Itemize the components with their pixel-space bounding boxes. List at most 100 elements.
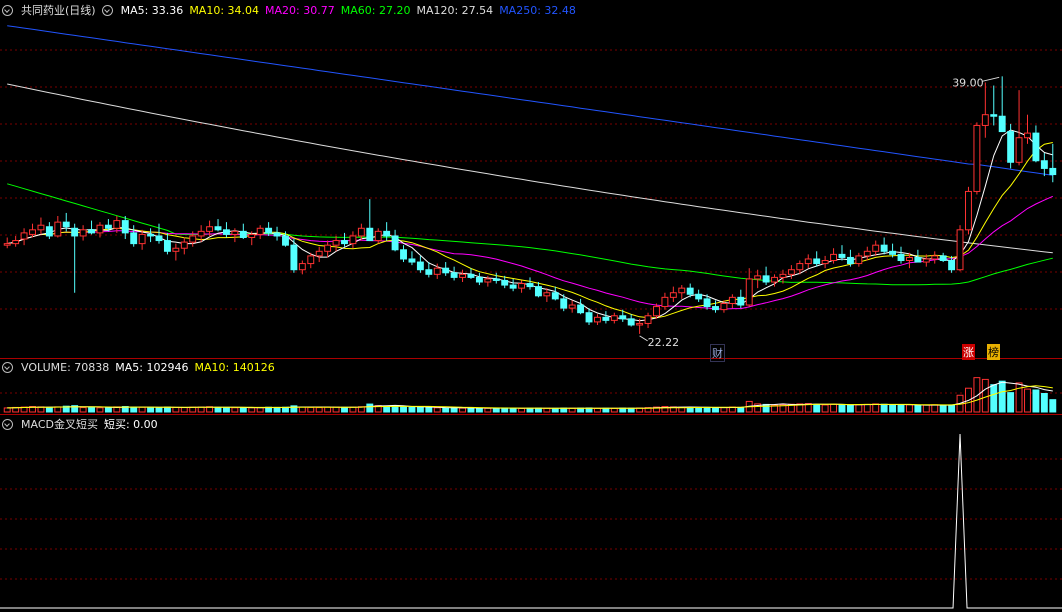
volume-bar[interactable] (518, 407, 526, 413)
macd-menu-arrow-icon[interactable] (2, 418, 13, 430)
candlestick[interactable] (349, 231, 357, 249)
candlestick[interactable] (863, 246, 871, 261)
candlestick[interactable] (661, 292, 669, 310)
candlestick[interactable] (518, 280, 526, 293)
cai-flag[interactable]: 财 (710, 344, 725, 362)
candlestick[interactable] (813, 251, 821, 267)
volume-bar[interactable] (1049, 399, 1057, 413)
volume-bar[interactable] (1015, 382, 1023, 413)
candlestick[interactable] (450, 266, 458, 281)
candlestick[interactable] (416, 255, 424, 273)
candlestick[interactable] (172, 243, 180, 261)
candlestick[interactable] (872, 240, 880, 256)
candlestick[interactable] (568, 300, 576, 313)
volume-bar[interactable] (855, 404, 863, 413)
ma-toggle-arrow-icon[interactable] (101, 4, 113, 16)
candlestick[interactable] (712, 300, 719, 313)
candlestick[interactable] (79, 225, 87, 241)
candlestick[interactable] (534, 282, 542, 298)
volume-bar[interactable] (222, 407, 230, 413)
volume-bar[interactable] (450, 407, 458, 413)
volume-bar[interactable] (526, 407, 534, 413)
candlestick[interactable] (214, 219, 222, 232)
volume-bar[interactable] (813, 404, 821, 413)
volume-bar[interactable] (45, 407, 53, 413)
volume-bar[interactable] (897, 404, 905, 413)
volume-bar[interactable] (720, 407, 728, 413)
volume-bar[interactable] (948, 404, 956, 413)
candlestick[interactable] (442, 262, 450, 276)
volume-bar[interactable] (273, 406, 281, 413)
candlestick[interactable] (121, 216, 129, 240)
candlestick[interactable] (526, 277, 534, 290)
volume-bar[interactable] (594, 407, 601, 413)
volume-bar[interactable] (821, 404, 829, 413)
volume-bar[interactable] (492, 407, 500, 413)
candlestick[interactable] (273, 226, 281, 241)
candlestick[interactable] (695, 289, 703, 302)
volume-bar[interactable] (425, 407, 433, 413)
volume-bar[interactable] (627, 407, 635, 413)
candlestick[interactable] (939, 252, 947, 263)
candlestick[interactable] (728, 294, 736, 309)
volume-bar[interactable] (172, 406, 180, 413)
volume-bar[interactable] (459, 407, 466, 413)
volume-bar[interactable] (54, 406, 62, 413)
candlestick[interactable] (577, 298, 585, 315)
volume-bar[interactable] (180, 407, 188, 413)
volume-bar[interactable] (408, 406, 416, 413)
candlestick[interactable] (737, 289, 745, 309)
volume-bar[interactable] (905, 404, 913, 413)
candlestick[interactable] (602, 311, 610, 324)
candlestick[interactable] (88, 220, 95, 235)
candlestick[interactable] (37, 217, 45, 235)
volume-pane[interactable]: VOLUME: 70838 MA5: 102946 MA10: 140126 (0, 359, 1062, 414)
volume-bar[interactable] (981, 378, 989, 413)
volume-bar[interactable] (315, 407, 323, 413)
volume-bar[interactable] (889, 404, 897, 413)
volume-bar[interactable] (442, 407, 450, 413)
candlestick[interactable] (45, 222, 53, 240)
bang-flag[interactable]: 榜 (987, 344, 1000, 360)
volume-bar[interactable] (307, 406, 315, 413)
volume-bar[interactable] (383, 405, 391, 413)
candlestick[interactable] (315, 246, 323, 263)
volume-bar[interactable] (872, 403, 880, 413)
candlestick[interactable] (965, 186, 972, 235)
candlestick[interactable] (610, 312, 618, 324)
candlestick[interactable] (897, 246, 905, 264)
volume-bar[interactable] (138, 406, 146, 413)
candlestick[interactable] (1015, 90, 1023, 166)
volume-bar[interactable] (838, 403, 846, 413)
candlestick[interactable] (71, 223, 79, 293)
volume-bar[interactable] (914, 404, 922, 413)
candlestick[interactable] (998, 76, 1006, 133)
volume-bar[interactable] (324, 406, 332, 413)
price-chart-svg[interactable]: 39.00 22.22 (0, 0, 1062, 358)
candlestick[interactable] (678, 285, 686, 299)
candlestick[interactable] (324, 240, 332, 258)
candlestick[interactable] (990, 85, 998, 126)
volume-bar[interactable] (703, 406, 711, 413)
candlestick[interactable] (627, 314, 635, 327)
candlestick[interactable] (973, 122, 981, 195)
volume-bar[interactable] (568, 407, 576, 413)
volume-bar[interactable] (155, 407, 163, 413)
price-chart-pane[interactable]: 共同药业(日线) MA5: 33.36 MA10: 34.04 MA20: 30… (0, 0, 1062, 362)
volume-bar[interactable] (1032, 389, 1040, 413)
candlestick[interactable] (96, 222, 104, 238)
volume-bar[interactable] (712, 407, 719, 413)
volume-menu-arrow-icon[interactable] (2, 362, 13, 373)
volume-bar[interactable] (248, 407, 256, 413)
volume-bar[interactable] (863, 403, 871, 413)
candlestick[interactable] (1024, 114, 1031, 144)
volume-bar[interactable] (341, 406, 348, 413)
candlestick[interactable] (880, 237, 888, 255)
candlestick[interactable] (163, 232, 171, 255)
candlestick[interactable] (256, 225, 264, 240)
volume-bar[interactable] (104, 407, 112, 413)
volume-bar[interactable] (543, 407, 551, 413)
candlestick[interactable] (332, 235, 340, 252)
volume-bar[interactable] (96, 407, 104, 413)
collapse-arrow-icon[interactable] (2, 4, 13, 16)
